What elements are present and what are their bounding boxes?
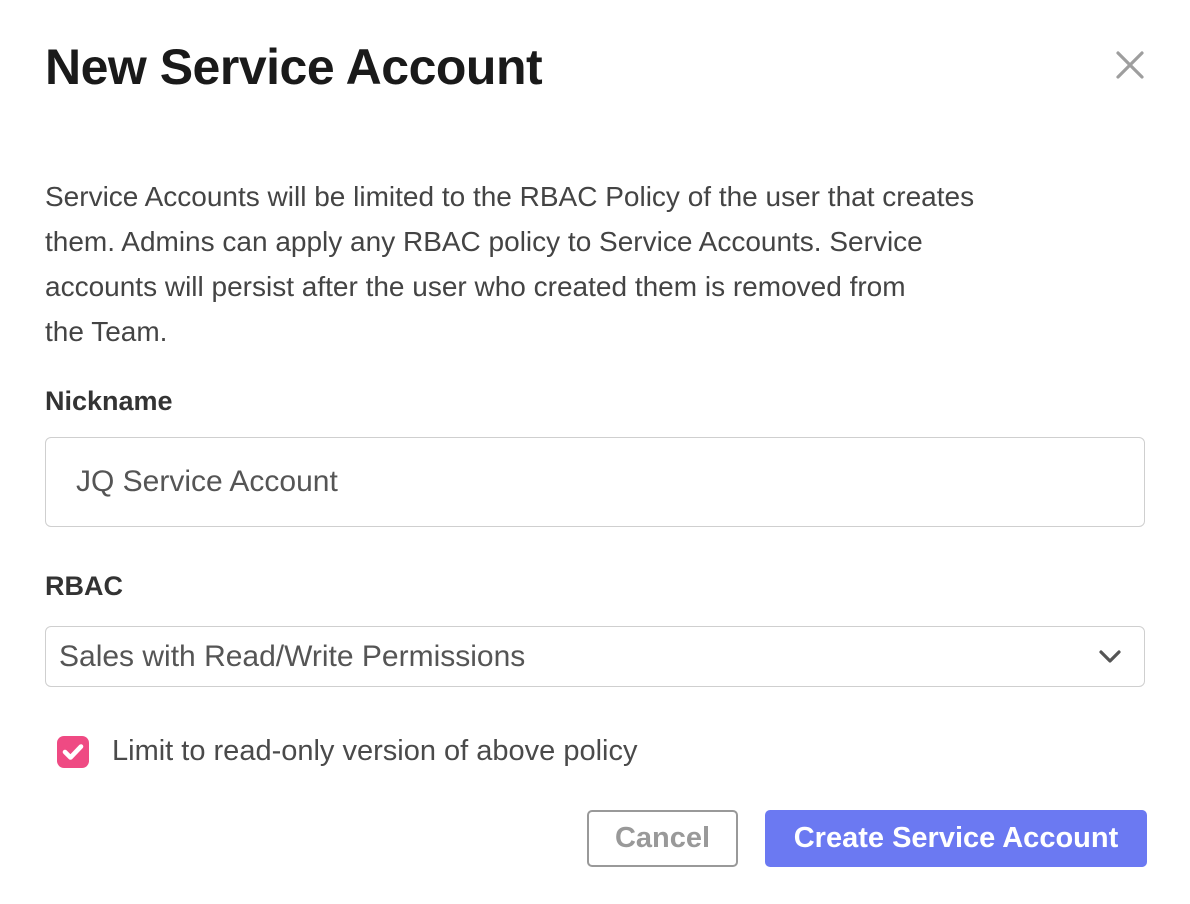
close-button[interactable]	[1115, 50, 1145, 80]
description-line: them. Admins can apply any RBAC policy t…	[45, 219, 1145, 264]
description-line: Service Accounts will be limited to the …	[45, 174, 1145, 219]
checkmark-icon	[62, 743, 84, 761]
cancel-button[interactable]: Cancel	[587, 810, 738, 867]
description-line: accounts will persist after the user who…	[45, 264, 1145, 309]
rbac-select[interactable]: Sales with Read/Write Permissions	[45, 626, 1145, 687]
rbac-label: RBAC	[45, 571, 1145, 602]
chevron-down-icon	[1098, 649, 1122, 665]
modal-title: New Service Account	[45, 42, 1145, 92]
readonly-checkbox-row[interactable]: Limit to read-only version of above poli…	[57, 735, 1145, 768]
description-line: the Team.	[45, 309, 1145, 354]
readonly-checkbox[interactable]	[57, 736, 89, 768]
nickname-input[interactable]	[45, 437, 1145, 527]
nickname-label: Nickname	[45, 386, 1145, 417]
readonly-checkbox-label: Limit to read-only version of above poli…	[112, 735, 637, 768]
modal-footer: Cancel Create Service Account	[45, 810, 1147, 867]
create-service-account-button[interactable]: Create Service Account	[765, 810, 1147, 867]
rbac-selected-value: Sales with Read/Write Permissions	[59, 640, 525, 674]
new-service-account-modal: New Service Account Service Accounts wil…	[0, 0, 1190, 904]
close-icon	[1115, 50, 1145, 80]
modal-description: Service Accounts will be limited to the …	[45, 174, 1145, 354]
